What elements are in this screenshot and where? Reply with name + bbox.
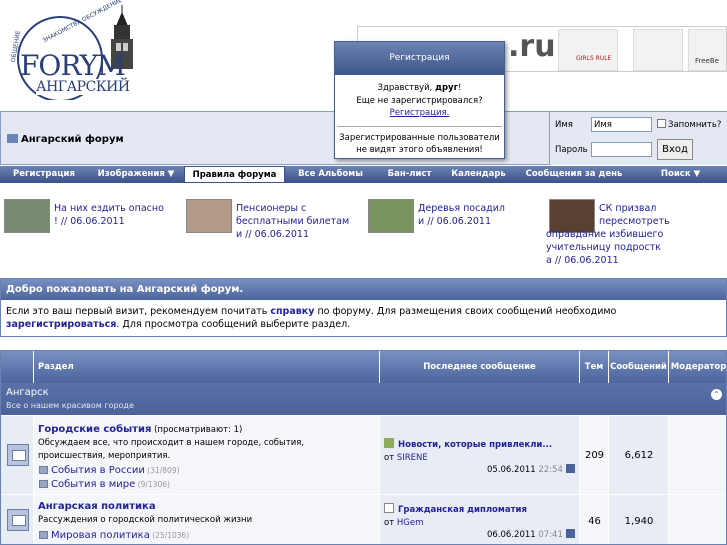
category-name[interactable]: Ангарск — [6, 387, 49, 398]
news-thumbnail — [4, 199, 50, 233]
banner-girls: GIRLS RULE — [576, 55, 612, 62]
news-thumbnail — [186, 199, 232, 233]
menu-calendar[interactable]: Календарь — [443, 166, 514, 183]
banner-text: .ru — [508, 29, 556, 64]
welcome-text: Если это ваш первый визит, рекомендуем п… — [1, 300, 726, 331]
register-link[interactable]: зарегистрироваться — [6, 319, 116, 330]
registration-popup: Регистрация Здравствуй, друг! Еще не зар… — [334, 41, 505, 159]
news-link[interactable]: На них ездить опасно — [54, 203, 164, 214]
subforum-icon — [39, 531, 48, 539]
forum-description: Рассуждения о городской политической жиз… — [38, 515, 253, 525]
last-post-date: 06.06.2011 07:41 — [487, 529, 575, 540]
checkbox-icon — [657, 119, 666, 128]
login-button[interactable]: Вход — [657, 139, 693, 160]
banner-free: FreeBe — [695, 57, 719, 65]
collapse-icon[interactable]: ⌃ — [711, 389, 722, 400]
menu-today-posts[interactable]: Сообщения за день — [514, 166, 634, 183]
forum-table: Раздел Последнее сообщение Тем Сообщений… — [0, 350, 727, 545]
help-link[interactable]: справку — [270, 306, 314, 317]
banner-tshirt-2 — [633, 29, 683, 71]
remember-checkbox[interactable]: Запомнить? — [657, 119, 721, 130]
forum-row: Городские события (просматривают: 1) Обс… — [1, 415, 726, 494]
last-post: Новости, которые привлекли... от SIRENE — [384, 438, 553, 463]
last-post-user[interactable]: SIRENE — [397, 453, 428, 463]
news-thumbnail — [368, 199, 414, 233]
menu-images[interactable]: Изображения ▼ — [88, 166, 184, 183]
logo-angarsky: АНГАРСКИЙ — [36, 79, 130, 95]
popup-title: Регистрация — [335, 42, 504, 75]
topic-count: 209 — [584, 450, 605, 461]
main-menu: Регистрация Изображения ▼ Правила форума… — [0, 166, 727, 183]
forum-row: Ангарская политика Рассуждения о городск… — [1, 494, 726, 544]
header-last-post: Последнее сообщение — [380, 351, 580, 383]
menu-search[interactable]: Поиск ▼ — [634, 166, 727, 183]
post-count: 1,940 — [624, 516, 654, 527]
header-moderator: Модератор — [669, 351, 726, 383]
popup-note-2: не видят этого объявления! — [356, 145, 483, 155]
popup-greeting: Здравствуй, друг! — [377, 83, 462, 93]
news-meta: и // 06.06.2011 — [418, 216, 492, 227]
welcome-box: Добро пожаловать на Ангарский форум. Есл… — [0, 278, 727, 337]
subforum-link[interactable]: События в мире (9/1306) — [39, 479, 170, 490]
subforum-icon — [39, 480, 48, 488]
logo-forum: FORYM — [20, 49, 126, 82]
forum-title[interactable]: Ангарская политика — [38, 501, 156, 512]
go-to-post-icon[interactable] — [565, 529, 575, 538]
news-strip: На них ездить опасно ! // 06.06.2011 Пен… — [0, 196, 727, 266]
post-icon — [384, 438, 394, 448]
forum-description: Обсуждаем все, что происходит в нашем го… — [38, 438, 305, 461]
login-form: Имя Запомнить? Пароль Вход — [549, 112, 727, 165]
subforum-link[interactable]: Мировая политика (25/1036) — [39, 530, 189, 541]
news-meta: ! // 06.06.2011 — [54, 216, 125, 227]
post-icon — [384, 503, 394, 513]
topic-count: 46 — [588, 516, 601, 527]
home-icon — [7, 134, 18, 143]
popup-note-1: Зарегистрированные пользователи — [339, 132, 500, 143]
breadcrumb[interactable]: Ангарский форум — [7, 134, 124, 145]
last-post-title[interactable]: Новости, которые привлекли... — [398, 440, 552, 450]
banner-tshirt — [558, 29, 618, 71]
subforum-icon — [39, 466, 48, 474]
menu-rules[interactable]: Правила форума — [184, 166, 285, 183]
welcome-title: Добро пожаловать на Ангарский форум. — [1, 279, 726, 300]
forum-status-icon — [7, 444, 29, 466]
news-link[interactable]: Пенсионеры с — [236, 203, 306, 214]
news-link[interactable]: Деревья посадил — [418, 203, 505, 214]
news-link[interactable]: СК призвал — [599, 203, 656, 214]
last-post-user[interactable]: HGem — [397, 518, 424, 528]
category-description: Все о нашем красивом городе — [6, 401, 134, 410]
forum-status-icon — [7, 509, 29, 531]
last-post-date: 05.06.2011 22:54 — [487, 464, 575, 475]
popup-register-link[interactable]: Регистрация. — [390, 108, 450, 118]
menu-banlist[interactable]: Бан-лист — [376, 166, 443, 183]
forum-logo[interactable]: ЗНАКОМСТВА ОБСУЖДЕНИЕ ОБЩЕНИЕ FORYM АНГА… — [8, 0, 143, 102]
password-input[interactable] — [591, 142, 652, 157]
forum-title[interactable]: Городские события (просматривают: 1) — [38, 424, 242, 435]
menu-register[interactable]: Регистрация — [0, 166, 88, 183]
menu-albums[interactable]: Все Альбомы — [285, 166, 376, 183]
header-topics: Тем — [580, 351, 609, 383]
news-meta: а // 06.06.2011 — [546, 255, 619, 266]
last-post-title[interactable]: Гражданская дипломатия — [398, 505, 527, 515]
header-icon-col — [1, 351, 34, 383]
news-item[interactable]: СК призвал пересмотреть оправдание избив… — [546, 199, 727, 269]
username-label: Имя — [555, 120, 573, 130]
post-count: 6,612 — [624, 450, 654, 461]
last-post: Гражданская дипломатия от HGem — [384, 503, 527, 528]
news-meta: и // 06.06.2011 — [236, 229, 310, 240]
username-input[interactable] — [591, 117, 652, 132]
header-posts: Сообщений — [609, 351, 669, 383]
header-section: Раздел — [34, 351, 380, 383]
popup-question: Еще не зарегистрировался? — [356, 95, 483, 106]
category-row[interactable]: Ангарск Все о нашем красивом городе ⌃ — [1, 383, 726, 415]
go-to-post-icon[interactable] — [565, 464, 575, 473]
subforum-link[interactable]: События в России (31/809) — [39, 465, 180, 476]
password-label: Пароль — [555, 145, 588, 155]
